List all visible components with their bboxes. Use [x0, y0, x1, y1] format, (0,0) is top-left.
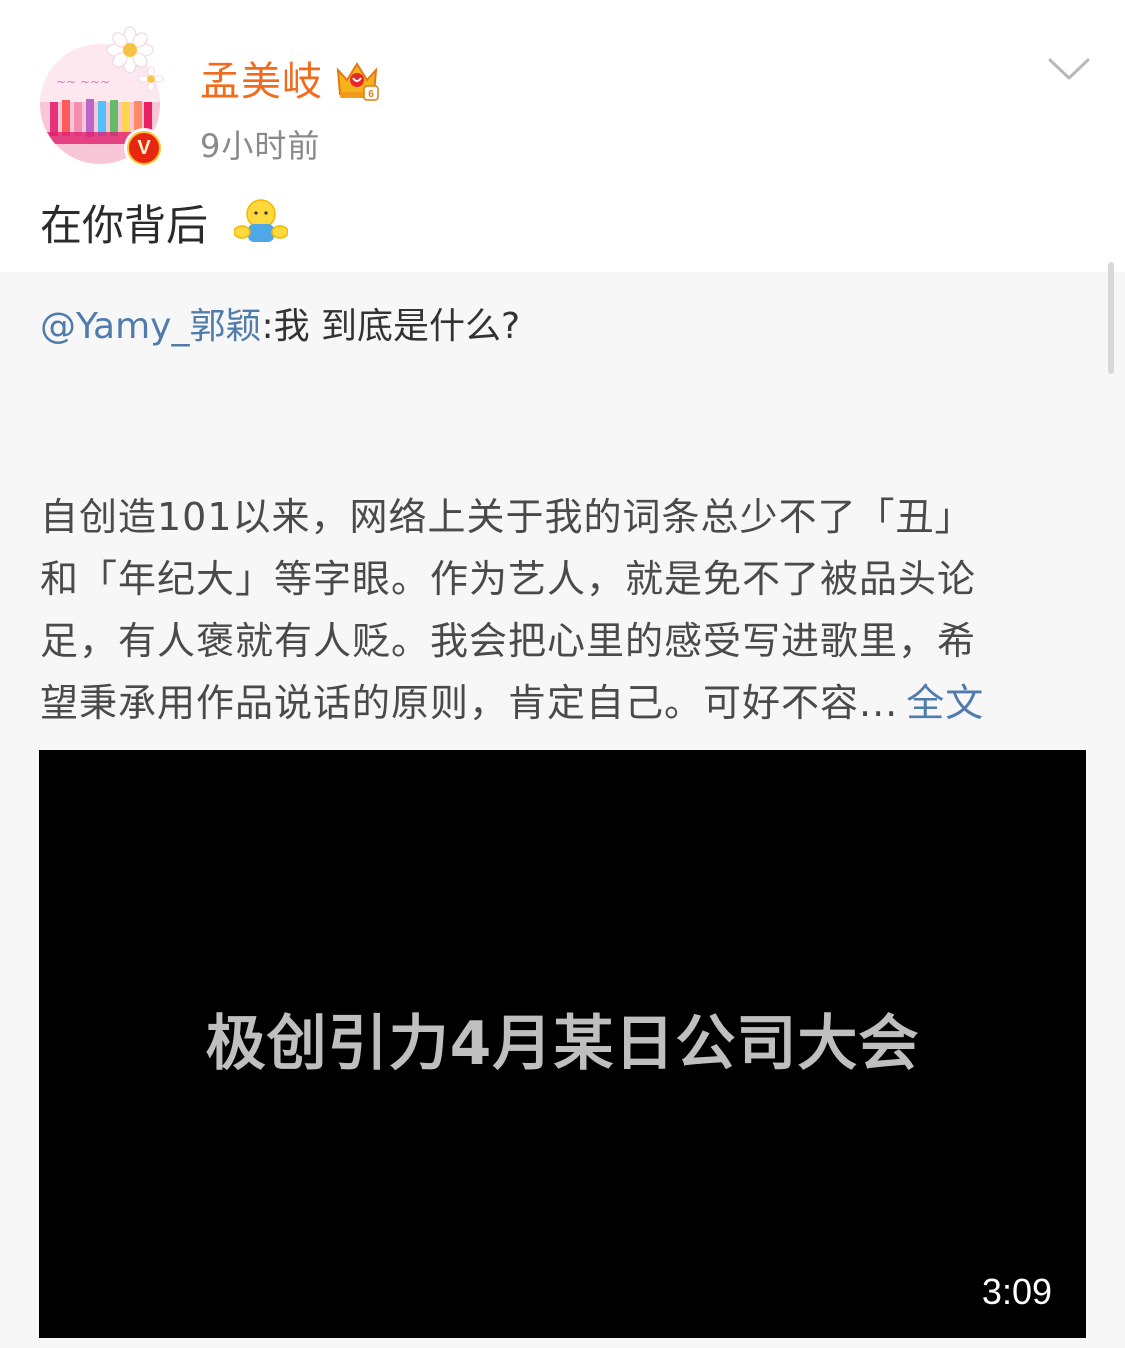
body-line: 自创造101以来，网络上关于我的词条总少不了「丑」	[40, 495, 974, 539]
post-text: 在你背后	[40, 201, 209, 250]
full-text-link[interactable]: 全文	[906, 681, 984, 725]
author-avatar[interactable]: ~~ ~~~ V	[40, 26, 164, 168]
post-timestamp: 9小时前	[200, 127, 321, 165]
quoted-post[interactable]: @Yamy_郭颖:我 到底是什么? 自创造101以来，网络上关于我的词条总少不了…	[0, 272, 1125, 1348]
hug-emoji	[234, 199, 288, 242]
verified-v-icon: V	[127, 131, 161, 165]
quoted-post-text: :我 到底是什么?	[261, 306, 521, 347]
verified-badge: V	[124, 128, 164, 168]
body-line: 望秉承用作品说话的原则，肯定自己。可好不容...	[40, 681, 899, 725]
video-duration: 3:09	[981, 1271, 1052, 1312]
quoted-post-body: 自创造101以来，网络上关于我的词条总少不了「丑」 和「年纪大」等字眼。作为艺人…	[40, 486, 1080, 734]
daisy-icon-small	[138, 66, 164, 92]
body-line: 足，有人褒就有人贬。我会把心里的感受写进歌里，希	[40, 619, 977, 663]
weibo-post: ~~ ~~~ V 孟美岐 6 9小时前 在你背后 @Yamy_郭颖:我 到底是什…	[0, 0, 1125, 1348]
scrollbar[interactable]	[1108, 262, 1114, 374]
chevron-down-icon[interactable]	[1048, 56, 1090, 84]
post-header: ~~ ~~~ V 孟美岐 6 9小时前 在你背后	[0, 0, 1125, 272]
svg-text:~~ ~~~: ~~ ~~~	[56, 75, 110, 89]
video-title: 极创引力4月某日公司大会	[205, 1009, 920, 1079]
video-player[interactable]: 极创引力4月某日公司大会 3:09	[39, 750, 1086, 1338]
mention-link[interactable]: @Yamy_郭颖	[40, 306, 261, 347]
crown-vip-icon[interactable]: 6	[334, 56, 380, 104]
body-line: 和「年纪大」等字眼。作为艺人，就是免不了被品头论	[40, 557, 977, 601]
svg-text:6: 6	[368, 89, 374, 100]
author-name[interactable]: 孟美岐	[200, 56, 323, 108]
quoted-post-header: @Yamy_郭颖:我 到底是什么?	[40, 302, 520, 352]
body-line-last: 望秉承用作品说话的原则，肯定自己。可好不容... 全文	[40, 672, 1080, 734]
